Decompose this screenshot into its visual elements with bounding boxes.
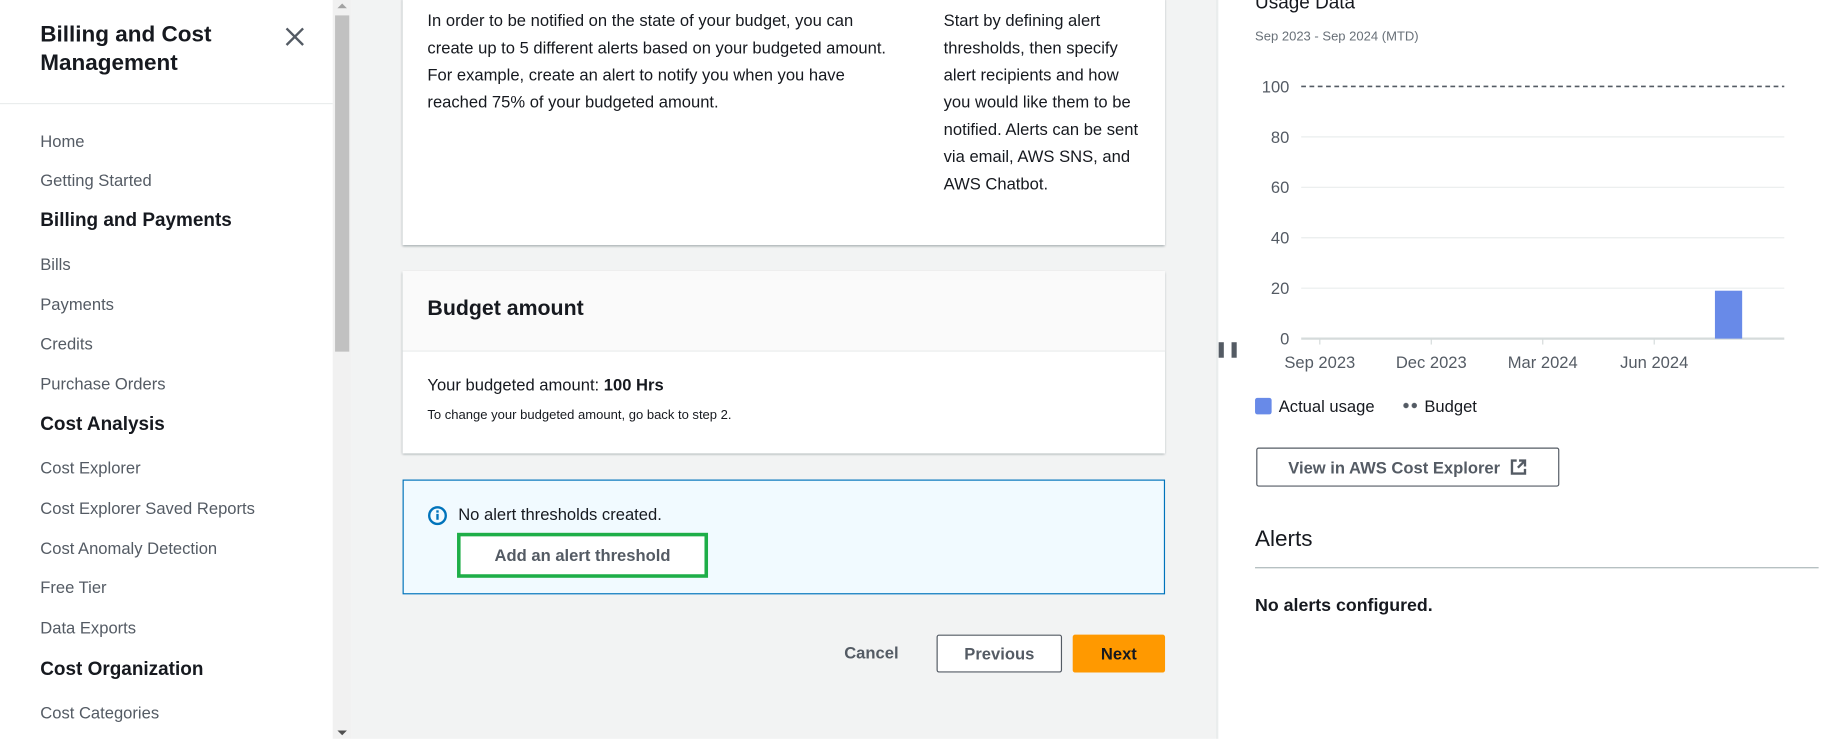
external-link-icon <box>1510 459 1527 475</box>
sidebar-item-credits[interactable]: Credits <box>40 334 93 353</box>
sidebar-section-cost-organization: Cost Organization <box>40 659 204 680</box>
x-tick-label: Dec 2023 <box>1396 353 1467 372</box>
scrollbar-thumb[interactable] <box>335 15 350 352</box>
close-icon[interactable] <box>282 24 308 50</box>
alert-info-card: In order to be notified on the state of … <box>402 0 1166 246</box>
main-content: In order to be notified on the state of … <box>351 0 1216 739</box>
y-tick-label: 40 <box>1271 229 1289 248</box>
sidebar-item-free-tier[interactable]: Free Tier <box>40 578 106 597</box>
usage-panel: ❚❚ Usage Data Sep 2023 - Sep 2024 (MTD) … <box>1215 0 1847 739</box>
sidebar-item-purchase-orders[interactable]: Purchase Orders <box>40 374 165 393</box>
next-button[interactable]: Next <box>1072 634 1166 673</box>
sidebar-title: Billing and Cost Management <box>40 22 212 76</box>
y-tick-label: 100 <box>1262 77 1290 96</box>
sidebar-item-bills[interactable]: Bills <box>40 255 70 274</box>
usage-data-title: Usage Data <box>1255 0 1356 14</box>
y-tick-label: 0 <box>1280 330 1289 349</box>
usage-chart: 0 20 40 60 80 100 Sep 2023 Dec 2023 Mar 2024 Jun … <box>1262 77 1785 372</box>
sidebar-section-cost-analysis: Cost Analysis <box>40 414 165 435</box>
alerts-empty: No alerts configured. <box>1255 595 1433 616</box>
legend-actual-swatch <box>1255 397 1272 415</box>
usage-bar <box>1714 290 1743 339</box>
info-left-text: In order to be notified on the state of … <box>427 10 887 112</box>
sidebar: Billing and Cost Management Home Getting … <box>0 0 333 739</box>
scroll-up-icon[interactable] <box>337 3 347 9</box>
y-tick-label: 60 <box>1271 178 1289 197</box>
budget-hint: To change your budgeted amount, go back … <box>427 408 732 423</box>
view-cost-explorer-button[interactable]: View in AWS Cost Explorer <box>1256 447 1560 487</box>
divider <box>0 103 333 105</box>
add-alert-threshold-button[interactable]: Add an alert threshold <box>457 532 709 578</box>
legend-actual-label: Actual usage <box>1278 396 1375 416</box>
view-cost-explorer-label: View in AWS Cost Explorer <box>1288 457 1501 477</box>
y-tick-label: 20 <box>1271 279 1289 298</box>
alerts-divider <box>1255 567 1819 569</box>
cancel-button[interactable]: Cancel <box>844 643 898 662</box>
sidebar-item-cost-explorer[interactable]: Cost Explorer <box>40 458 140 477</box>
sidebar-item-cost-explorer-saved-reports[interactable]: Cost Explorer Saved Reports <box>40 498 255 517</box>
x-tick-label: Mar 2024 <box>1508 353 1578 372</box>
info-right-text: Start by defining alert thresholds, then… <box>943 10 1139 193</box>
sidebar-item-cost-anomaly-detection[interactable]: Cost Anomaly Detection <box>40 539 217 558</box>
sidebar-item-data-exports[interactable]: Data Exports <box>40 618 136 637</box>
alert-message: No alert thresholds created. <box>458 504 662 524</box>
scroll-down-icon[interactable] <box>337 730 347 736</box>
budget-amount-title: Budget amount <box>427 296 584 320</box>
usage-data-subtitle: Sep 2023 - Sep 2024 (MTD) <box>1255 29 1419 44</box>
legend-budget-label: Budget <box>1424 396 1477 416</box>
legend-budget-dots <box>1401 402 1420 409</box>
sidebar-item-payments[interactable]: Payments <box>40 295 114 314</box>
sidebar-section-billing-and-payments: Billing and Payments <box>40 210 232 231</box>
info-icon <box>428 506 447 526</box>
x-tick-label: Jun 2024 <box>1620 353 1688 372</box>
budgeted-amount-label: Your budgeted amount: <box>427 375 600 395</box>
budgeted-amount-value: 100 Hrs <box>603 375 664 395</box>
sidebar-item-cost-categories[interactable]: Cost Categories <box>40 703 159 722</box>
alerts-title: Alerts <box>1255 526 1313 552</box>
sidebar-item-getting-started[interactable]: Getting Started <box>40 170 151 189</box>
y-tick-label: 80 <box>1271 128 1289 147</box>
x-tick-label: Sep 2023 <box>1284 353 1355 372</box>
sidebar-scrollbar[interactable] <box>332 0 352 739</box>
previous-button[interactable]: Previous <box>936 634 1063 673</box>
budget-amount-card: Budget amount Your budgeted amount: 100 … <box>402 271 1166 454</box>
sidebar-item-home[interactable]: Home <box>40 131 84 150</box>
no-thresholds-alert: No alert thresholds created. Add an aler… <box>402 479 1166 595</box>
